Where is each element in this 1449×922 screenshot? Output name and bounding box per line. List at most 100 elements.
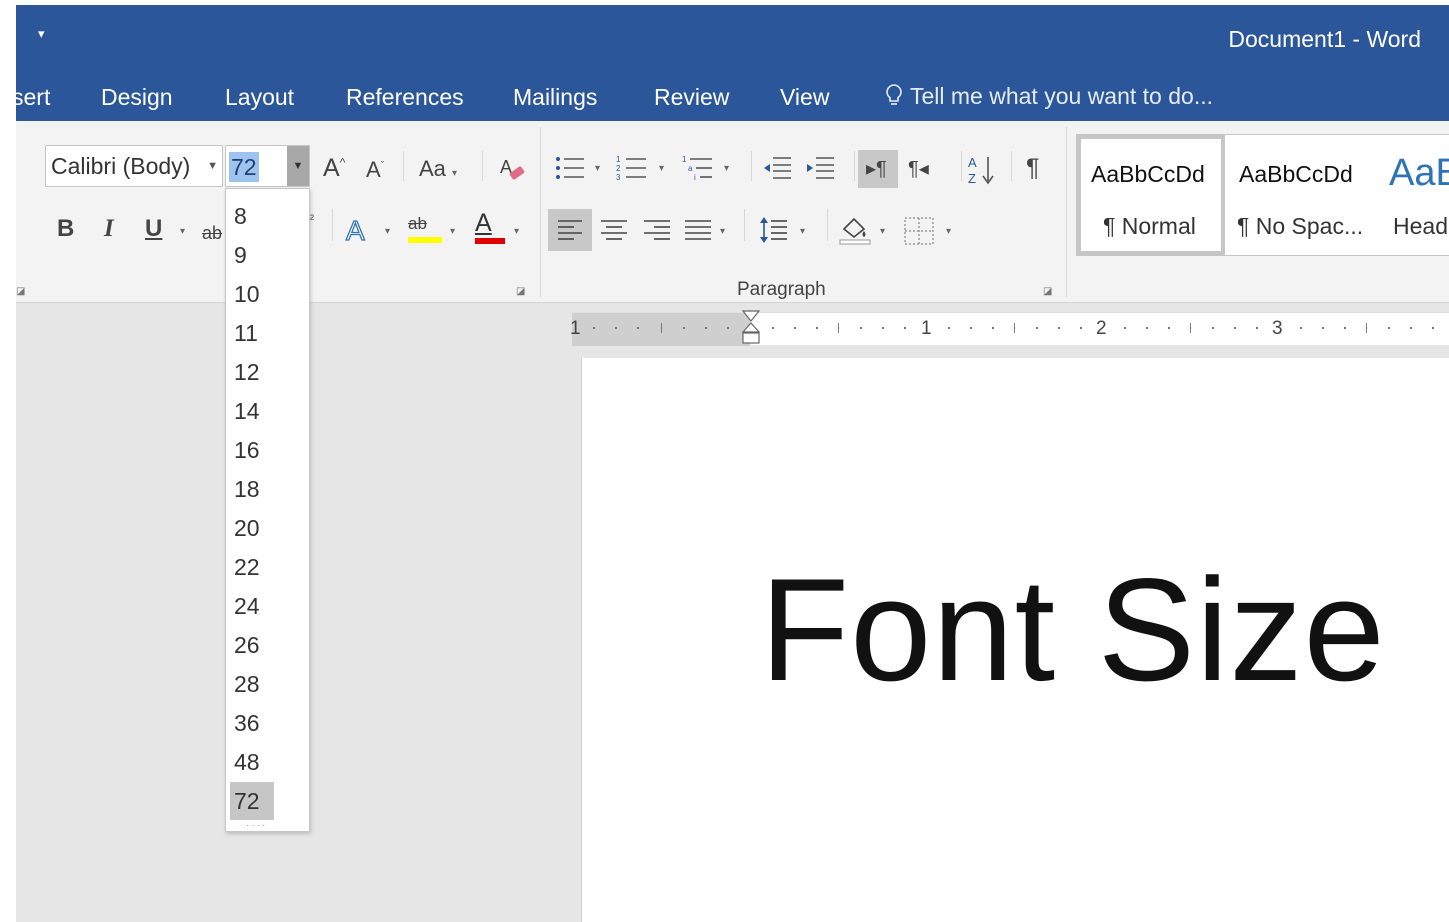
align-right-button[interactable] xyxy=(644,219,670,245)
chevron-down-icon[interactable]: ▾ xyxy=(180,227,185,237)
chevron-down-icon[interactable]: ▾ xyxy=(946,227,951,237)
numbering-button[interactable]: 123 xyxy=(616,153,650,187)
font-size-option[interactable]: 16 xyxy=(230,431,274,469)
chevron-down-icon[interactable]: ▾ xyxy=(724,164,729,174)
font-size-option[interactable]: 48 xyxy=(230,743,274,781)
style-name: ¶ Normal xyxy=(1103,213,1196,239)
font-size-option[interactable]: 12 xyxy=(230,353,274,391)
tab-insert[interactable]: sert xyxy=(16,83,50,111)
change-case-button[interactable]: Aa ▾ xyxy=(419,158,457,180)
clipboard-dialog-launcher-icon[interactable]: ◪ xyxy=(16,287,25,297)
document-text[interactable]: Font Size xyxy=(760,550,1386,710)
separator xyxy=(1011,151,1012,181)
font-size-option[interactable]: 20 xyxy=(230,509,274,547)
ruler-tick xyxy=(615,327,617,329)
underline-button[interactable]: U xyxy=(145,217,162,241)
font-name-combo[interactable]: Calibri (Body) ▼ xyxy=(45,145,223,187)
shrink-font-button[interactable]: Aˇ xyxy=(366,159,384,181)
ruler-tick xyxy=(705,327,707,329)
chevron-down-icon[interactable]: ▾ xyxy=(800,227,805,237)
bullets-button[interactable] xyxy=(554,153,588,187)
svg-text:A: A xyxy=(968,155,977,170)
resize-grip-icon[interactable]: ···· xyxy=(246,821,267,831)
font-size-option[interactable]: 11 xyxy=(230,314,274,352)
tab-view[interactable]: View xyxy=(780,83,829,111)
superscript-button[interactable]: ² xyxy=(310,213,314,225)
font-size-option[interactable]: 9 xyxy=(230,236,274,274)
text-effects-label: A xyxy=(345,215,365,246)
tab-mailings[interactable]: Mailings xyxy=(513,83,597,111)
ribbon-tabs: sert Design Layout References Mailings R… xyxy=(16,71,1449,121)
tab-layout[interactable]: Layout xyxy=(225,83,294,111)
ruler-tick xyxy=(661,323,662,333)
show-formatting-button[interactable]: ¶ xyxy=(1026,156,1039,181)
style-normal[interactable]: AaBbCcDd ¶ Normal xyxy=(1077,135,1225,255)
font-size-option[interactable]: 22 xyxy=(230,548,274,586)
ruler-tick xyxy=(1080,327,1082,329)
shading-button[interactable] xyxy=(838,213,872,249)
font-size-option[interactable]: 26 xyxy=(230,626,274,664)
chevron-down-icon[interactable]: ▾ xyxy=(659,164,664,174)
borders-button[interactable] xyxy=(904,217,934,249)
increase-indent-icon xyxy=(807,157,834,179)
increase-indent-button[interactable] xyxy=(804,155,836,185)
chevron-down-icon[interactable]: ▾ xyxy=(720,227,725,237)
tab-design[interactable]: Design xyxy=(101,83,173,111)
grow-font-button[interactable]: A^ xyxy=(323,156,345,181)
justify-button[interactable] xyxy=(685,219,711,245)
style-heading[interactable]: AaB Head xyxy=(1377,135,1449,255)
separator xyxy=(403,151,404,181)
line-spacing-button[interactable] xyxy=(759,215,789,249)
chevron-down-icon[interactable]: ▾ xyxy=(880,227,885,237)
indent-marker-icon[interactable] xyxy=(741,310,761,352)
customize-quick-access-icon[interactable]: ▾ xyxy=(38,27,45,41)
ruler-tick xyxy=(1300,327,1302,329)
align-left-button[interactable] xyxy=(548,209,592,251)
horizontal-ruler[interactable]: 1 1 2 3 xyxy=(570,310,1449,346)
font-size-option[interactable]: 28 xyxy=(230,665,274,703)
font-dialog-launcher-icon[interactable]: ◪ xyxy=(516,287,525,297)
text-effects-button[interactable]: A xyxy=(345,215,365,246)
tab-review[interactable]: Review xyxy=(654,83,729,111)
tab-references[interactable]: References xyxy=(346,83,464,111)
font-size-option[interactable]: 36 xyxy=(230,704,274,742)
tell-me-box[interactable]: Tell me what you want to do... xyxy=(884,82,1213,110)
ruler-tick xyxy=(860,327,862,329)
multilevel-list-button[interactable]: 1ai xyxy=(682,153,716,187)
svg-text:3: 3 xyxy=(616,173,621,182)
chevron-down-icon[interactable]: ▼ xyxy=(207,146,218,186)
sort-button[interactable]: AZ xyxy=(968,154,998,190)
clear-formatting-button[interactable]: A xyxy=(498,155,528,189)
rtl-paragraph-button[interactable]: ¶◂ xyxy=(908,159,929,179)
font-size-option[interactable]: 8 xyxy=(230,197,274,235)
chevron-down-icon[interactable]: ▾ xyxy=(514,227,519,237)
font-size-option[interactable]: 10 xyxy=(230,275,274,313)
align-center-button[interactable] xyxy=(601,219,627,245)
font-size-option[interactable]: 24 xyxy=(230,587,274,625)
bold-button[interactable]: B xyxy=(57,217,74,241)
style-no-spacing[interactable]: AaBbCcDd ¶ No Spac... xyxy=(1227,135,1375,255)
italic-button[interactable]: I xyxy=(104,216,114,241)
font-color-button[interactable]: A xyxy=(475,211,505,244)
font-size-option[interactable]: 18 xyxy=(230,470,274,508)
font-size-option-selected[interactable]: 72 xyxy=(230,782,274,820)
font-size-option[interactable]: 14 xyxy=(230,392,274,430)
strikethrough-button[interactable]: ab xyxy=(202,224,222,242)
eraser-icon: A xyxy=(500,157,525,180)
highlight-button[interactable]: ab xyxy=(408,215,442,243)
chevron-down-icon[interactable]: ▾ xyxy=(385,227,390,237)
svg-text:a: a xyxy=(688,164,693,173)
decrease-indent-button[interactable] xyxy=(761,155,793,185)
chevron-down-icon[interactable]: ▾ xyxy=(595,164,600,174)
ltr-paragraph-button[interactable]: ▸¶ xyxy=(858,150,898,188)
paragraph-dialog-launcher-icon[interactable]: ◪ xyxy=(1043,287,1052,297)
ruler-tick xyxy=(992,327,994,329)
ruler-tick xyxy=(1256,327,1258,329)
chevron-down-icon[interactable]: ▾ xyxy=(450,227,455,237)
style-preview: AaB xyxy=(1389,152,1449,194)
font-size-value[interactable]: 72 xyxy=(229,152,259,182)
font-size-dropdown-button[interactable]: ▼ xyxy=(287,146,309,186)
font-size-combo[interactable]: 72 ▼ xyxy=(225,145,310,187)
separator xyxy=(332,209,333,241)
document-page[interactable]: Font Size xyxy=(581,358,1449,922)
